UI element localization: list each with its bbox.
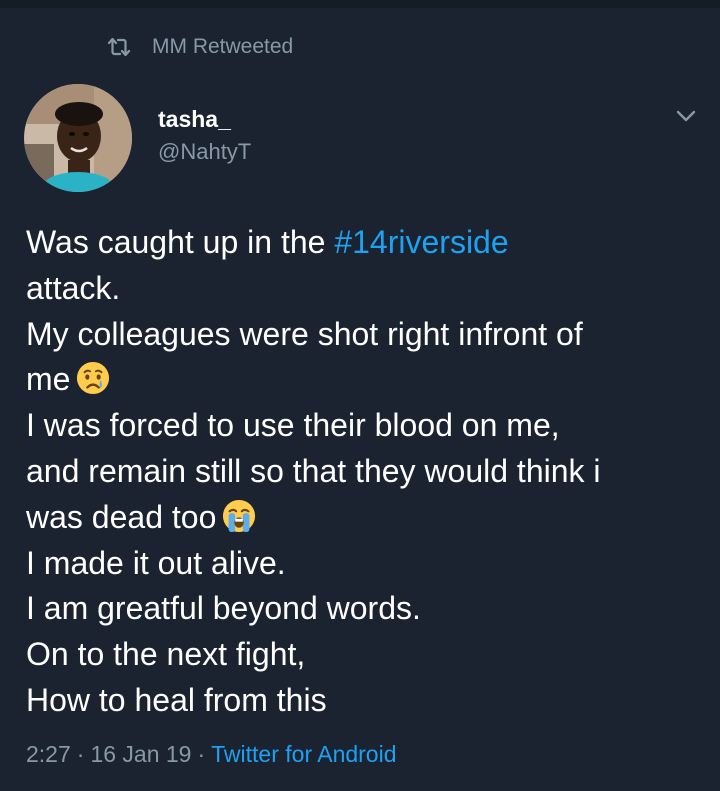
avatar-photo	[24, 84, 132, 192]
author-display-name[interactable]: tasha_	[158, 106, 231, 133]
retweet-indicator: MM Retweeted	[106, 34, 293, 60]
tweet-line: I made it out alive.	[26, 544, 286, 581]
tweet-text: Was caught up in the #14riverside attack…	[26, 220, 706, 724]
meta-separator: ·	[197, 741, 206, 767]
tweet-menu-button[interactable]	[674, 104, 698, 128]
tweet-line: and remain still so that they would thin…	[26, 452, 601, 489]
tweet-date[interactable]: 16 Jan 19	[90, 741, 191, 767]
tweet-time[interactable]: 2:27	[26, 741, 71, 767]
loudly-crying-face-emoji	[223, 499, 256, 532]
hashtag-link[interactable]: #14riverside	[334, 224, 508, 260]
tweet-client-link[interactable]: Twitter for Android	[211, 741, 396, 767]
avatar[interactable]	[24, 84, 132, 192]
meta-separator: ·	[76, 741, 85, 767]
tweet-meta: 2:27 · 16 Jan 19 · Twitter for Android	[26, 741, 397, 771]
tweet-line: How to heal from this	[26, 681, 327, 718]
tweet-line: On to the next fight,	[26, 636, 306, 673]
tweet-line: I was forced to use their blood on me,	[26, 407, 560, 444]
chevron-down-icon	[676, 110, 696, 122]
retweet-icon	[107, 37, 131, 57]
retweet-label[interactable]: MM Retweeted	[152, 35, 293, 59]
tweet-line: My colleagues were shot right infront of	[26, 315, 583, 352]
author-handle[interactable]: @NahtyT	[158, 139, 251, 165]
tweet-text-segment: me	[26, 361, 71, 398]
tweet-text-segment: was dead too	[26, 498, 217, 535]
tweet-text-segment: Was caught up in the	[26, 224, 335, 260]
tweet-line: was dead too	[26, 495, 706, 541]
top-bar	[0, 0, 720, 8]
tweet-line: I am greatful beyond words.	[26, 590, 421, 627]
tweet-line: me	[26, 357, 706, 403]
crying-face-emoji	[77, 362, 110, 395]
tweet-line: Was caught up in the #14riverside	[26, 220, 706, 266]
tweet-line: attack.	[26, 269, 121, 306]
